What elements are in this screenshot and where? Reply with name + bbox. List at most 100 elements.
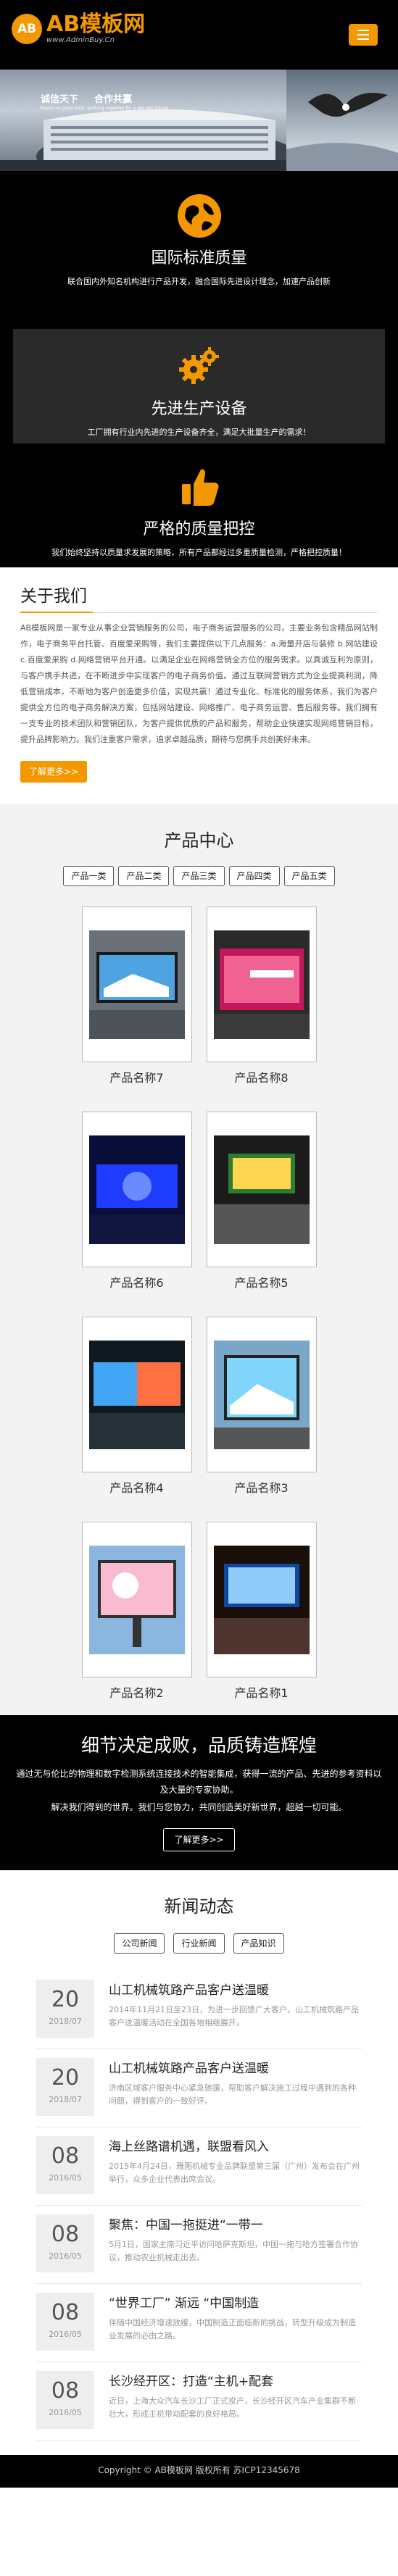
news-item-desc: 近日，上海大众汽车长沙工厂正式投产，长沙经开区汽车产业集群不断壮大，形成主机带动…: [109, 2396, 356, 2419]
news-list: 20 2018/07 山工机械筑路产品客户送温暖 2014年11月21日至23日…: [36, 1971, 362, 2440]
copyright-text: Copyright © AB模板网 版权所有 苏ICP12345678: [98, 2465, 300, 2475]
product-tab[interactable]: 产品五类: [283, 866, 335, 886]
products-section: 产品中心 产品一类 产品二类 产品三类 产品四类 产品五类 产品名称7 产品名称…: [0, 804, 398, 1715]
news-year-month: 2018/07: [49, 2095, 82, 2104]
globe-icon: [177, 194, 221, 238]
slogan-more-button[interactable]: 了解更多>>: [163, 1828, 235, 1851]
news-item-title[interactable]: “世界工厂” 渐远 “中国制造: [109, 2293, 362, 2311]
news-day: 08: [51, 2300, 80, 2325]
product-image[interactable]: [206, 906, 317, 1062]
product-name[interactable]: 产品名称8: [207, 1068, 317, 1085]
product-name[interactable]: 产品名称2: [82, 1683, 192, 1701]
news-day: 08: [51, 2378, 80, 2404]
feature-desc: 我们始终坚持以质量求发展的策略，所有产品都经过多重质量检测，严格把控质量！: [51, 548, 347, 557]
feature-title: 国际标准质量: [151, 249, 247, 267]
feature-control: 严格的质量把控 我们始终坚持以质量求发展的策略，所有产品都经过多重质量检测，严格…: [0, 457, 398, 567]
news-item[interactable]: 08 2016/05 海上丝路谱机遇，联盟看风入 2015年4月24日，雅图机械…: [36, 2127, 362, 2206]
news-date: 08 2016/05: [36, 2293, 94, 2351]
feature-quality: 国际标准质量 联合国内外知名机构进行产品开发，融合国际先进设计理念，加速产品创新: [0, 171, 398, 316]
product-card[interactable]: 产品名称8: [206, 906, 317, 1085]
product-image[interactable]: [81, 1317, 192, 1472]
product-name[interactable]: 产品名称3: [207, 1478, 317, 1496]
product-card[interactable]: 产品名称2: [81, 1522, 192, 1701]
product-image[interactable]: [206, 1522, 317, 1677]
news-tab[interactable]: 公司新闻: [114, 1933, 165, 1954]
building-illustration: [0, 109, 286, 171]
product-tab[interactable]: 产品三类: [173, 866, 225, 886]
feature-desc: 工厂拥有行业内先进的生产设备齐全，满足大批量生产的需求！: [87, 428, 311, 437]
banner-subtitle: Based on good faith, working together fo…: [41, 106, 169, 111]
news-item[interactable]: 20 2018/07 山工机械筑路产品客户送温暖 济南区域客户服务中心紧急驰援，…: [36, 2049, 362, 2127]
banner-slide-eagle: [286, 70, 398, 171]
news-date: 08 2016/05: [36, 2136, 94, 2194]
banner-title-b: 合作共赢: [94, 94, 133, 105]
product-image[interactable]: [206, 1112, 317, 1267]
news-item-title[interactable]: 山工机械筑路产品客户送温暖: [109, 2058, 362, 2076]
product-tab[interactable]: 产品四类: [228, 866, 280, 886]
products-title: 产品中心: [164, 830, 234, 851]
news-tab[interactable]: 行业新闻: [173, 1933, 225, 1954]
product-image[interactable]: [206, 1317, 317, 1472]
news-item-desc: 2014年11月21日至23日，为进一步回馈广大客户，山工机械筑路产品客户送温暖…: [109, 2005, 359, 2027]
news-item[interactable]: 08 2016/05 长沙经开区：打造“主机+配套 近日，上海大众汽车长沙工厂正…: [36, 2362, 362, 2440]
product-name[interactable]: 产品名称1: [207, 1683, 317, 1701]
logo-mark: AB: [12, 13, 42, 44]
product-card[interactable]: 产品名称5: [206, 1112, 317, 1291]
news-body: “世界工厂” 渐远 “中国制造 伴随中国经济增速放缓，中国制造正面临新的挑战，转…: [109, 2293, 362, 2353]
news-day: 08: [51, 2143, 80, 2169]
news-date: 08 2016/05: [36, 2214, 94, 2272]
product-name[interactable]: 产品名称4: [82, 1478, 192, 1496]
product-tab[interactable]: 产品二类: [118, 866, 170, 886]
product-tab[interactable]: 产品一类: [63, 866, 115, 886]
news-item[interactable]: 08 2016/05 “世界工厂” 渐远 “中国制造 伴随中国经济增速放缓，中国…: [36, 2284, 362, 2362]
product-image[interactable]: [81, 906, 192, 1062]
product-card[interactable]: 产品名称7: [81, 906, 192, 1085]
logo[interactable]: AB AB模板网 www.AdminBuy.Cn: [12, 13, 145, 44]
news-body: 山工机械筑路产品客户送温暖 2014年11月21日至23日，为进一步回馈广大客户…: [109, 1980, 362, 2040]
about-more-button[interactable]: 了解更多>>: [20, 761, 88, 783]
news-item-title[interactable]: 山工机械筑路产品客户送温暖: [109, 1980, 362, 1998]
news-year-month: 2016/05: [49, 2173, 82, 2183]
about-section: 关于我们 AB模板网是一家专业从事企业营销服务的公司，电子商务运营服务的公司，主…: [0, 567, 398, 804]
menu-button[interactable]: [349, 24, 378, 46]
news-body: 长沙经开区：打造“主机+配套 近日，上海大众汽车长沙工厂正式投产，长沙经开区汽车…: [109, 2371, 362, 2431]
site-footer: Copyright © AB模板网 版权所有 苏ICP12345678: [0, 2455, 398, 2488]
news-item-title[interactable]: 海上丝路谱机遇，联盟看风入: [109, 2136, 362, 2154]
product-name[interactable]: 产品名称5: [207, 1273, 317, 1291]
banner[interactable]: 诚信天下 合作共赢 Based on good faith, working t…: [0, 70, 398, 171]
slogan-text: 通过无与伦比的物理和数字检测系统连接技术的智能集成，获得一流的产品、先进的参考资…: [16, 1769, 382, 1795]
product-image[interactable]: [81, 1522, 192, 1677]
news-year-month: 2016/05: [49, 2408, 82, 2417]
news-year-month: 2016/05: [49, 2251, 82, 2261]
product-card[interactable]: 产品名称6: [81, 1112, 192, 1291]
news-body: 海上丝路谱机遇，联盟看风入 2015年4月24日，雅图机械专业品牌联盟第三届（广…: [109, 2136, 362, 2196]
feature-title: 先进生产设备: [151, 400, 247, 418]
news-year-month: 2016/05: [49, 2330, 82, 2339]
hamburger-icon: [357, 30, 369, 31]
logo-text: AB模板网 www.AdminBuy.Cn: [46, 13, 145, 45]
news-date: 20 2018/07: [36, 2058, 94, 2116]
feature-desc: 联合国内外知名机构进行产品开发，融合国际先进设计理念，加速产品创新: [67, 277, 331, 286]
news-body: 聚焦：中国一拖挺进“一带一 5月1日，国家主席习近平访问哈萨克斯坦，中国一拖与哈…: [109, 2214, 362, 2275]
product-card[interactable]: 产品名称4: [81, 1317, 192, 1496]
news-date: 08 2016/05: [36, 2371, 94, 2429]
feature-equipment: 先进生产设备 工厂拥有行业内先进的生产设备齐全，满足大批量生产的需求！: [13, 329, 385, 443]
news-item-title[interactable]: 长沙经开区：打造“主机+配套: [109, 2371, 362, 2389]
product-card[interactable]: 产品名称1: [206, 1522, 317, 1701]
about-title: 关于我们: [20, 582, 378, 613]
news-day: 08: [51, 2222, 80, 2247]
news-item-title[interactable]: 聚焦：中国一拖挺进“一带一: [109, 2214, 362, 2233]
news-item[interactable]: 20 2018/07 山工机械筑路产品客户送温暖 2014年11月21日至23日…: [36, 1971, 362, 2049]
slogan-title: 细节决定成败，品质铸造辉煌: [80, 1735, 317, 1756]
slogan-section: 细节决定成败，品质铸造辉煌 通过无与伦比的物理和数字检测系统连接技术的智能集成，…: [0, 1715, 398, 1870]
news-day: 20: [51, 2065, 80, 2091]
product-name[interactable]: 产品名称7: [82, 1068, 192, 1085]
thumbs-up-icon: [181, 469, 218, 506]
news-item[interactable]: 08 2016/05 聚焦：中国一拖挺进“一带一 5月1日，国家主席习近平访问哈…: [36, 2206, 362, 2284]
product-name[interactable]: 产品名称6: [82, 1273, 192, 1291]
product-card[interactable]: 产品名称3: [206, 1317, 317, 1496]
gears-icon: [178, 347, 219, 384]
product-image[interactable]: [81, 1112, 192, 1267]
banner-slide-main: 诚信天下 合作共赢 Based on good faith, working t…: [0, 70, 286, 171]
news-tab[interactable]: 产品知识: [233, 1933, 284, 1954]
